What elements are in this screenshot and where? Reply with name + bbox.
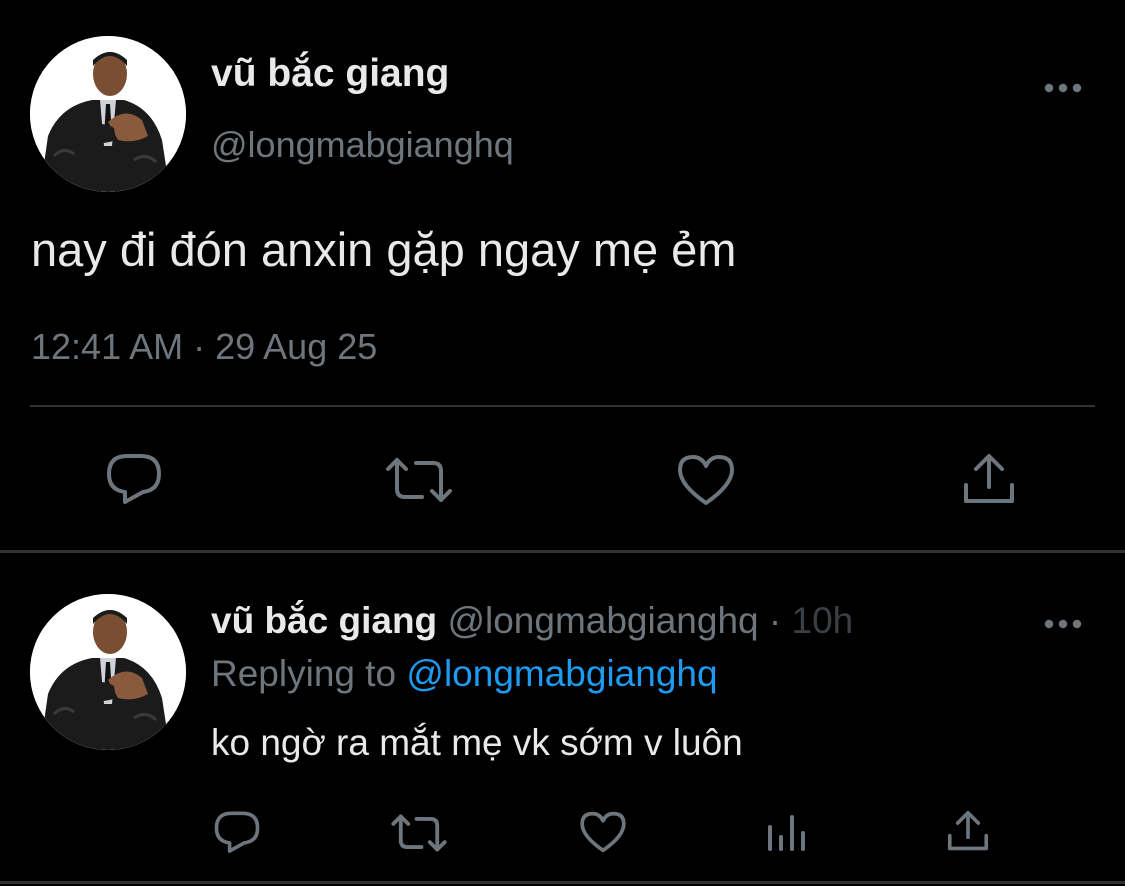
reply-author-handle[interactable]: @longmabgianghq	[447, 600, 758, 641]
reply-icon[interactable]	[105, 452, 163, 508]
header-separator: ·	[768, 600, 782, 641]
tweet-timestamp[interactable]: 12:41 AM · 29 Aug 25	[31, 326, 377, 368]
more-horizontal-icon[interactable]	[1041, 610, 1085, 638]
share-icon[interactable]	[960, 451, 1018, 507]
reply-age[interactable]: 10h	[792, 600, 854, 641]
replying-to-link[interactable]: @longmabgianghq	[406, 653, 717, 694]
divider	[0, 550, 1125, 553]
like-icon[interactable]	[579, 810, 627, 854]
tweet-text: nay đi đón anxin gặp ngay mẹ ẻm	[31, 223, 737, 276]
divider	[30, 405, 1095, 407]
analytics-icon[interactable]	[765, 811, 809, 855]
author-avatar[interactable]	[30, 36, 186, 192]
like-icon[interactable]	[676, 453, 736, 507]
author-name[interactable]: vũ bắc giang	[211, 52, 449, 96]
reply-author-avatar[interactable]	[30, 594, 186, 750]
reply-author-name[interactable]: vũ bắc giang	[211, 600, 437, 641]
avatar-photo	[30, 36, 186, 192]
reply-text: ko ngờ ra mắt mẹ vk sớm v luôn	[211, 722, 743, 763]
replying-to-label: Replying to	[211, 653, 397, 694]
retweet-icon[interactable]	[390, 812, 448, 854]
divider	[0, 881, 1125, 884]
reply-header: vũ bắc giang @longmabgianghq · 10h	[211, 600, 971, 642]
avatar-photo	[30, 594, 186, 750]
more-horizontal-icon[interactable]	[1041, 74, 1085, 102]
share-icon[interactable]	[945, 808, 991, 854]
replying-to-line: Replying to @longmabgianghq	[211, 653, 718, 695]
retweet-icon[interactable]	[384, 455, 454, 505]
reply-icon[interactable]	[213, 810, 261, 856]
author-handle[interactable]: @longmabgianghq	[211, 124, 514, 166]
